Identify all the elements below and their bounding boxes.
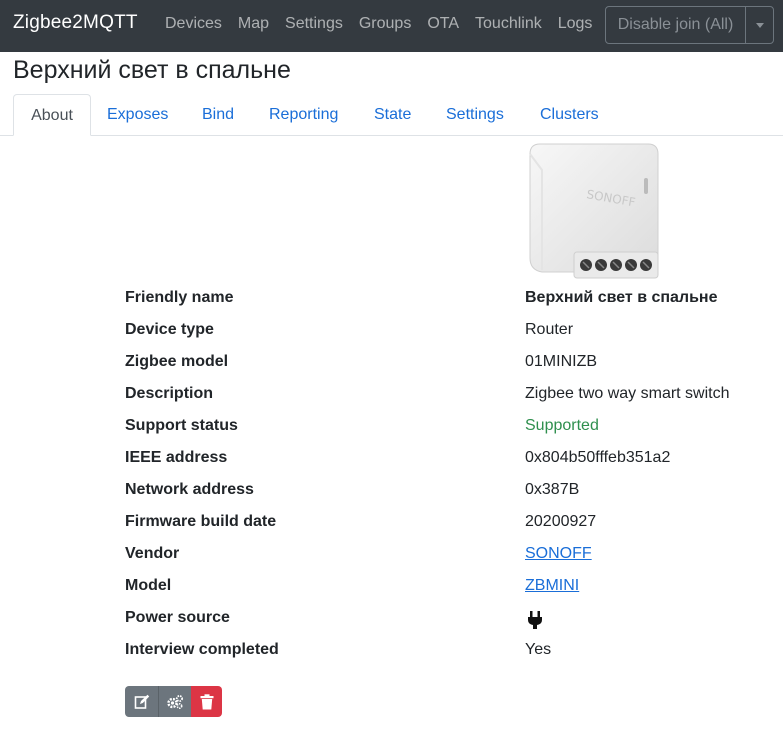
tab-about[interactable]: About xyxy=(13,94,91,136)
nav-link-map[interactable]: Map xyxy=(238,15,269,33)
detail-value: 01MINIZB xyxy=(525,353,598,370)
navbar: Zigbee2MQTT Devices Map Settings Groups … xyxy=(0,0,783,52)
detail-label: Device type xyxy=(125,321,214,338)
detail-zigbee-model: Zigbee model 01MINIZB xyxy=(125,353,765,377)
detail-firmware-build-date: Firmware build date 20200927 xyxy=(125,513,765,537)
disable-join-button[interactable]: Disable join (All) xyxy=(606,7,746,43)
detail-label: Friendly name xyxy=(125,289,234,306)
vendor-link[interactable]: SONOFF xyxy=(525,545,592,563)
tab-bind[interactable]: Bind xyxy=(202,94,234,136)
cogs-icon xyxy=(167,694,183,709)
detail-label: Power source xyxy=(125,609,230,626)
detail-value: Zigbee two way smart switch xyxy=(525,385,730,402)
tab-clusters[interactable]: Clusters xyxy=(540,94,599,136)
configure-device-button[interactable] xyxy=(158,686,191,717)
detail-value: 0x387B xyxy=(525,481,580,498)
detail-power-source: Power source xyxy=(125,609,765,633)
detail-ieee-address: IEEE address 0x804b50fffeb351a2 xyxy=(125,449,765,473)
rename-device-button[interactable] xyxy=(125,686,158,717)
detail-label: Support status xyxy=(125,417,238,434)
detail-label: Model xyxy=(125,577,172,594)
caret-down-icon xyxy=(755,22,764,28)
nav-link-touchlink[interactable]: Touchlink xyxy=(475,15,542,33)
join-button-group: Disable join (All) xyxy=(605,6,774,44)
plug-icon xyxy=(528,611,542,629)
tab-state[interactable]: State xyxy=(374,94,411,136)
trash-icon xyxy=(200,693,213,709)
nav-link-settings[interactable]: Settings xyxy=(285,15,343,33)
nav-links: Devices Map Settings Groups OTA Touchlin… xyxy=(165,15,608,33)
detail-value: 20200927 xyxy=(525,513,597,530)
detail-label: Vendor xyxy=(125,545,180,562)
detail-label: Firmware build date xyxy=(125,513,277,530)
remove-device-button[interactable] xyxy=(191,686,222,717)
detail-interview-completed: Interview completed Yes xyxy=(125,641,765,665)
tab-exposes[interactable]: Exposes xyxy=(107,94,168,136)
detail-device-type: Device type Router xyxy=(125,321,765,345)
device-image: SONOFF xyxy=(526,142,660,280)
device-tabs: About Exposes Bind Reporting State Setti… xyxy=(0,94,783,136)
detail-support-status: Support status Supported xyxy=(125,417,765,441)
detail-model: Model ZBMINI xyxy=(125,577,765,601)
detail-value: Router xyxy=(525,321,574,338)
detail-label: Zigbee model xyxy=(125,353,229,370)
tab-settings[interactable]: Settings xyxy=(446,94,504,136)
model-link[interactable]: ZBMINI xyxy=(525,577,579,595)
tab-reporting[interactable]: Reporting xyxy=(269,94,338,136)
detail-label: Description xyxy=(125,385,214,402)
detail-label: IEEE address xyxy=(125,449,228,466)
detail-vendor: Vendor SONOFF xyxy=(125,545,765,569)
nav-link-ota[interactable]: OTA xyxy=(427,15,459,33)
detail-friendly-name: Friendly name Верхний свет в спальне xyxy=(125,289,765,313)
detail-value: 0x804b50fffeb351a2 xyxy=(525,449,671,466)
edit-icon xyxy=(134,694,149,709)
nav-link-logs[interactable]: Logs xyxy=(558,15,593,33)
detail-value: Yes xyxy=(525,641,552,658)
detail-value: Верхний свет в спальне xyxy=(525,289,718,306)
device-actions xyxy=(125,686,222,717)
detail-description: Description Zigbee two way smart switch xyxy=(125,385,765,409)
brand[interactable]: Zigbee2MQTT xyxy=(13,12,138,34)
support-status-badge: Supported xyxy=(525,417,599,434)
detail-label: Interview completed xyxy=(125,641,279,658)
page-title: Верхний свет в спальне xyxy=(13,56,291,84)
detail-label: Network address xyxy=(125,481,254,498)
nav-link-devices[interactable]: Devices xyxy=(165,15,222,33)
nav-link-groups[interactable]: Groups xyxy=(359,15,411,33)
join-dropdown-toggle[interactable] xyxy=(746,7,773,43)
detail-network-address: Network address 0x387B xyxy=(125,481,765,505)
